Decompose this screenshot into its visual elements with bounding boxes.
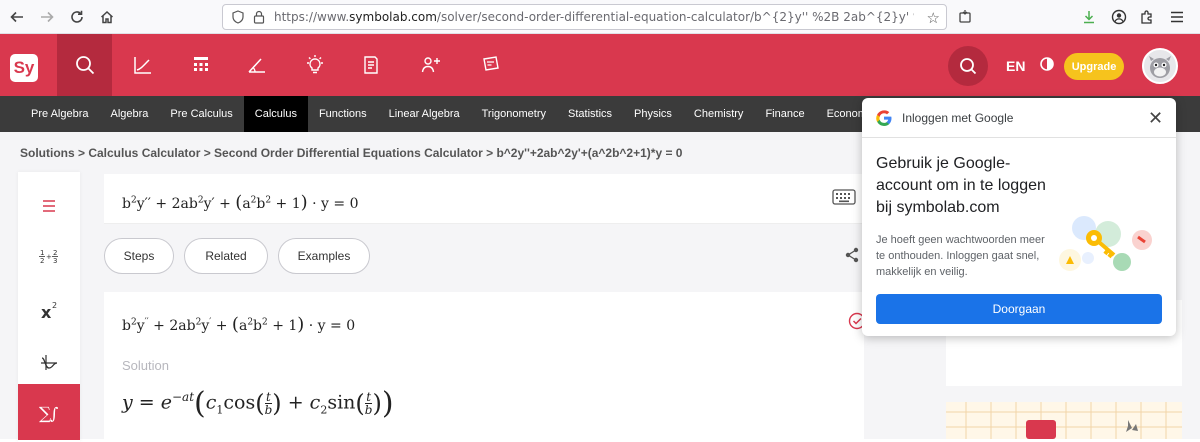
- subnav-item-trigonometry[interactable]: Trigonometry: [471, 96, 557, 132]
- groups-tab[interactable]: [403, 34, 458, 96]
- svg-text:+: +: [46, 253, 52, 261]
- site-header: Sy EN Upgrade: [0, 34, 1200, 96]
- download-icon[interactable]: [1076, 0, 1102, 34]
- google-popup-title: Gebruik je Google-account om in te logge…: [876, 155, 1046, 216]
- shield-icon[interactable]: [231, 10, 245, 24]
- continue-button[interactable]: Doorgaan: [876, 294, 1162, 324]
- math-input-panel[interactable]: b2y′′ + 2ab2y′ + (a2b2 + 1) · y = 0: [104, 174, 864, 224]
- svg-text:2: 2: [53, 249, 57, 257]
- extensions-icon[interactable]: [1134, 0, 1160, 34]
- notebook-icon: [363, 56, 378, 74]
- solution-result: y = e−at(c1cos(t b) + c2sin(t b)): [122, 386, 394, 421]
- promo-illustration: [946, 402, 1182, 439]
- function-graph-icon: [41, 355, 58, 370]
- google-g-icon: [876, 110, 892, 126]
- cheat-sheets-tab[interactable]: [463, 34, 518, 96]
- breadcrumb[interactable]: Solutions > Calculus Calculator > Second…: [20, 146, 682, 160]
- menu-icon[interactable]: [1164, 0, 1190, 34]
- exponent-icon: x2: [41, 301, 57, 321]
- practice-tab[interactable]: [287, 34, 342, 96]
- search-icon: [75, 56, 94, 75]
- subnav-item-statistics[interactable]: Statistics: [557, 96, 623, 132]
- svg-text:∫: ∫: [50, 404, 58, 423]
- subnav-item-pre-calculus[interactable]: Pre Calculus: [159, 96, 243, 132]
- calculator-tab[interactable]: [173, 34, 228, 96]
- close-icon[interactable]: ✕: [1148, 108, 1163, 129]
- math-input[interactable]: b2y′′ + 2ab2y′ + (a2b2 + 1) · y = 0: [122, 192, 359, 213]
- language-selector[interactable]: EN: [1006, 58, 1025, 74]
- google-popup-header: Inloggen met Google ✕: [862, 98, 1176, 138]
- subnav-item-calculus[interactable]: Calculus: [243, 96, 308, 132]
- sidebar-menu-button[interactable]: [18, 178, 80, 234]
- svg-text:2: 2: [52, 301, 57, 310]
- contrast-icon[interactable]: [1040, 57, 1054, 71]
- solution-panel: b2y′′ + 2ab2y′ + (a2b2 + 1) · y = 0 Solu…: [104, 292, 866, 442]
- google-popup-body: Je hoeft geen wachtwoorden meer te ontho…: [876, 234, 1045, 278]
- search-tab[interactable]: [57, 34, 112, 96]
- svg-text:2: 2: [40, 257, 44, 264]
- keyboard-icon[interactable]: [832, 188, 856, 206]
- share-icon[interactable]: [844, 247, 860, 263]
- lightbulb-icon: [306, 55, 323, 74]
- subnav-item-functions[interactable]: Functions: [308, 96, 378, 132]
- svg-text:3: 3: [53, 257, 57, 264]
- search-icon: [960, 58, 977, 75]
- reload-icon[interactable]: [64, 4, 90, 30]
- symbolab-logo[interactable]: Sy: [10, 54, 38, 82]
- google-popup-header-title: Inloggen met Google: [902, 111, 1014, 125]
- forward-icon[interactable]: [34, 4, 60, 30]
- examples-button[interactable]: Examples: [278, 238, 370, 274]
- url-text: https://www.symbolab.com/solver/second-o…: [274, 10, 914, 24]
- tool-sidebar: 1 2 +2 3 x2 ∑ ∫: [18, 172, 80, 442]
- avatar[interactable]: [1142, 48, 1178, 84]
- subnav-item-algebra[interactable]: Algebra: [99, 96, 159, 132]
- subnav-item-finance[interactable]: Finance: [754, 96, 815, 132]
- address-bar[interactable]: https://www.symbolab.com/solver/second-o…: [222, 4, 947, 30]
- solution-label: Solution: [122, 358, 169, 373]
- angle-icon: [247, 58, 265, 73]
- related-button[interactable]: Related: [184, 238, 268, 274]
- sidebar-functions-button[interactable]: [18, 334, 80, 390]
- calculator-icon: [193, 57, 208, 71]
- graph-tab[interactable]: [115, 34, 170, 96]
- upgrade-button[interactable]: Upgrade: [1064, 53, 1124, 80]
- promo-card[interactable]: [946, 402, 1182, 439]
- key-illustration: [1059, 216, 1152, 271]
- account-icon[interactable]: [1106, 0, 1132, 34]
- user-add-icon: [421, 57, 440, 73]
- problem-equation: b2y′′ + 2ab2y′ + (a2b2 + 1) · y = 0: [122, 314, 356, 335]
- cheat-sheet-icon: [482, 56, 499, 71]
- header-search-button[interactable]: [948, 46, 988, 86]
- sidebar-calculus-button[interactable]: ∑ ∫: [18, 384, 80, 440]
- subnav-item-pre-algebra[interactable]: Pre Algebra: [20, 96, 99, 132]
- google-signin-popup: Inloggen met Google ✕ Gebruik je Google-…: [862, 98, 1176, 336]
- back-icon[interactable]: [4, 4, 30, 30]
- sidebar-fractions-button[interactable]: 1 2 +2 3: [18, 228, 80, 284]
- geometry-tab[interactable]: [229, 34, 284, 96]
- reader-view-icon[interactable]: [952, 0, 978, 34]
- notebook-tab[interactable]: [343, 34, 398, 96]
- steps-button[interactable]: Steps: [104, 238, 174, 274]
- lock-icon[interactable]: [253, 10, 265, 24]
- subnav-item-linear-algebra[interactable]: Linear Algebra: [378, 96, 471, 132]
- hamburger-icon: [43, 200, 55, 212]
- sidebar-exponent-button[interactable]: x2: [18, 282, 80, 338]
- bookmark-star-icon[interactable]: ☆: [927, 9, 940, 27]
- sum-integral-icon: ∑∫: [39, 404, 58, 423]
- svg-text:1: 1: [40, 249, 44, 257]
- browser-toolbar: https://www.symbolab.com/solver/second-o…: [0, 0, 1200, 34]
- subnav-item-physics[interactable]: Physics: [623, 96, 683, 132]
- home-icon[interactable]: [94, 4, 120, 30]
- subnav-item-chemistry[interactable]: Chemistry: [683, 96, 755, 132]
- graph-icon: [133, 57, 151, 74]
- svg-text:x: x: [41, 303, 52, 321]
- fraction-icon: 12 +23: [39, 249, 58, 264]
